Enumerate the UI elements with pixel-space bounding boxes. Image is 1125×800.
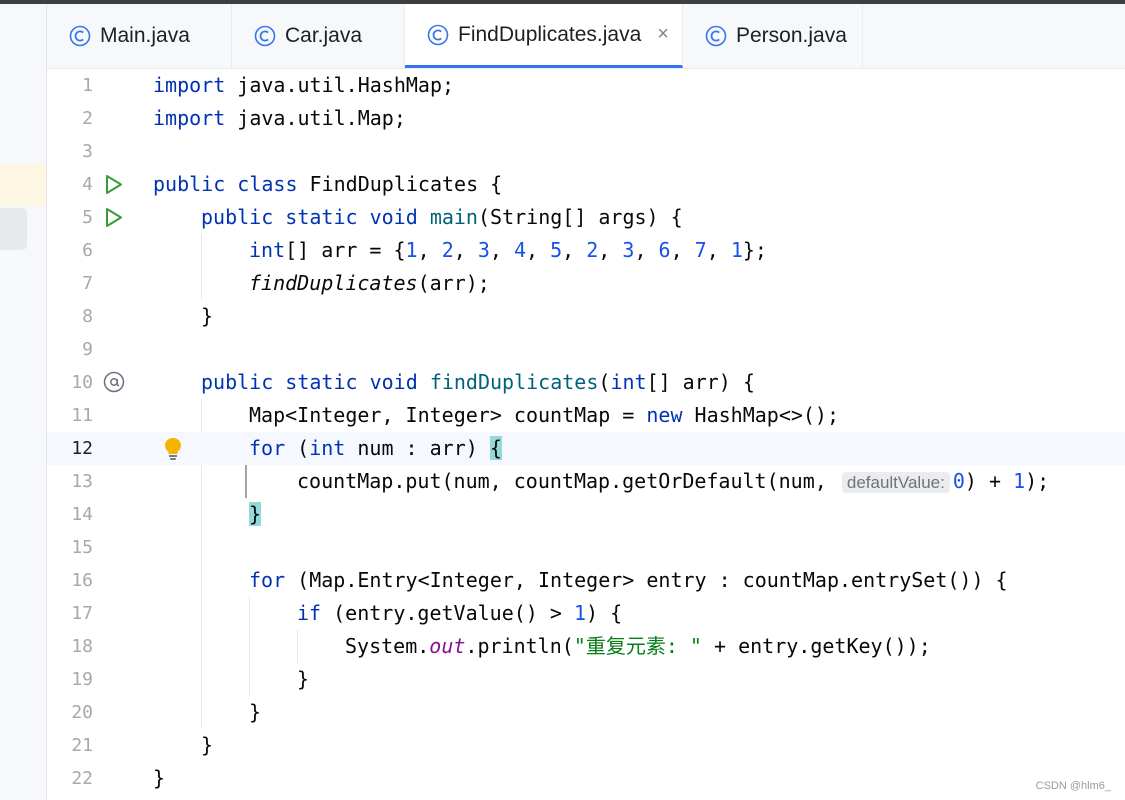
line-number: 2 <box>82 108 93 129</box>
line-number: 4 <box>82 174 93 195</box>
code-editor[interactable]: 1 import java.util.HashMap; 2 import jav… <box>47 69 1125 800</box>
editor-tab-bar: Main.java Car.java FindDuplicates.java ×… <box>47 4 1125 69</box>
code-text: for (int num : arr) { <box>249 436 502 460</box>
code-line[interactable]: 20 } <box>47 696 1125 729</box>
class-c-icon <box>69 25 91 47</box>
line-number: 1 <box>82 75 93 96</box>
line-number: 20 <box>71 702 93 723</box>
line-number: 10 <box>71 372 93 393</box>
code-line[interactable]: 6 int[] arr = {1, 2, 3, 4, 5, 2, 3, 6, 7… <box>47 234 1125 267</box>
class-c-icon <box>427 24 449 45</box>
code-line[interactable]: 11 Map<Integer, Integer> countMap = new … <box>47 399 1125 432</box>
left-tool-panel <box>0 4 47 800</box>
code-line[interactable]: 13 countMap.put(num, countMap.getOrDefau… <box>47 465 1125 498</box>
code-line[interactable]: 2 import java.util.Map; <box>47 102 1125 135</box>
code-line[interactable]: 19 } <box>47 663 1125 696</box>
line-number: 7 <box>82 273 93 294</box>
tab-person-java[interactable]: Person.java <box>683 4 863 68</box>
line-number: 14 <box>71 504 93 525</box>
line-number: 18 <box>71 636 93 657</box>
code-text: } <box>201 304 214 328</box>
line-number: 17 <box>71 603 93 624</box>
code-line[interactable]: 17 if (entry.getValue() > 1) { <box>47 597 1125 630</box>
code-line[interactable]: 9 <box>47 333 1125 366</box>
lightbulb-icon[interactable] <box>163 436 183 462</box>
class-c-icon <box>254 25 276 47</box>
code-text: import java.util.Map; <box>153 106 406 130</box>
code-text: for (Map.Entry<Integer, Integer> entry :… <box>249 568 1008 592</box>
at-annotation-icon[interactable] <box>103 371 125 393</box>
line-number: 11 <box>71 405 93 426</box>
code-text: public static void findDuplicates(int[] … <box>201 370 755 394</box>
code-text: System.out.println("重复元素: " + entry.getK… <box>345 634 931 658</box>
matched-brace: } <box>249 502 262 526</box>
code-text: findDuplicates(arr); <box>249 271 490 295</box>
code-line[interactable]: 18 System.out.println("重复元素: " + entry.g… <box>47 630 1125 663</box>
code-line[interactable]: 21 } <box>47 729 1125 762</box>
code-line[interactable]: 4 public class FindDuplicates { <box>47 168 1125 201</box>
parameter-hint: defaultValue: <box>841 472 950 493</box>
code-line[interactable]: 5 public static void main(String[] args)… <box>47 201 1125 234</box>
tab-label: FindDuplicates.java <box>458 22 642 46</box>
code-text: public static void main(String[] args) { <box>201 205 683 229</box>
code-line[interactable]: 1 import java.util.HashMap; <box>47 69 1125 102</box>
matched-brace: { <box>489 436 502 460</box>
line-number: 3 <box>82 141 93 162</box>
code-text: } <box>201 733 214 757</box>
code-text: public class FindDuplicates { <box>153 172 503 196</box>
code-line[interactable]: 3 <box>47 135 1125 168</box>
line-number: 9 <box>82 339 93 360</box>
code-text: } <box>297 667 310 691</box>
code-text: int[] arr = {1, 2, 3, 4, 5, 2, 3, 6, 7, … <box>249 238 767 262</box>
run-icon[interactable] <box>104 207 124 228</box>
tab-label: Person.java <box>736 24 847 47</box>
line-number: 5 <box>82 207 93 228</box>
code-text: import java.util.HashMap; <box>153 73 455 97</box>
code-text: Map<Integer, Integer> countMap = new Has… <box>249 403 840 427</box>
line-number: 21 <box>71 735 93 756</box>
class-c-icon <box>705 25 727 47</box>
code-line[interactable]: 8 } <box>47 300 1125 333</box>
line-number: 6 <box>82 240 93 261</box>
line-number: 15 <box>71 537 93 558</box>
line-number: 19 <box>71 669 93 690</box>
code-line[interactable]: 15 <box>47 531 1125 564</box>
line-number: 22 <box>71 768 93 789</box>
code-text: } <box>249 700 262 724</box>
code-line[interactable]: 22 } <box>47 762 1125 795</box>
line-number: 13 <box>71 471 93 492</box>
code-line[interactable]: 16 for (Map.Entry<Integer, Integer> entr… <box>47 564 1125 597</box>
tab-label: Main.java <box>100 24 190 47</box>
code-text: } <box>153 766 166 790</box>
tab-main-java[interactable]: Main.java <box>47 4 232 68</box>
code-text: countMap.put(num, countMap.getOrDefault(… <box>297 469 1050 493</box>
left-panel-highlight <box>0 164 46 206</box>
line-number: 8 <box>82 306 93 327</box>
left-panel-selected-item[interactable] <box>0 208 27 250</box>
code-text: if (entry.getValue() > 1) { <box>297 601 623 625</box>
watermark: CSDN @hlm6_ <box>1035 780 1111 792</box>
code-line[interactable]: 7 findDuplicates(arr); <box>47 267 1125 300</box>
code-line-current[interactable]: 12 for (int num : arr) { <box>47 432 1125 465</box>
tab-label: Car.java <box>285 24 363 47</box>
tab-car-java[interactable]: Car.java <box>232 4 405 68</box>
run-icon[interactable] <box>104 174 124 195</box>
code-line[interactable]: 10 public static void findDuplicates(int… <box>47 366 1125 399</box>
close-icon[interactable]: × <box>657 23 669 46</box>
code-text: } <box>249 498 262 531</box>
code-line[interactable]: 14 } <box>47 498 1125 531</box>
line-number: 12 <box>71 438 93 459</box>
tab-findduplicates-java[interactable]: FindDuplicates.java × <box>405 4 683 68</box>
line-number: 16 <box>71 570 93 591</box>
